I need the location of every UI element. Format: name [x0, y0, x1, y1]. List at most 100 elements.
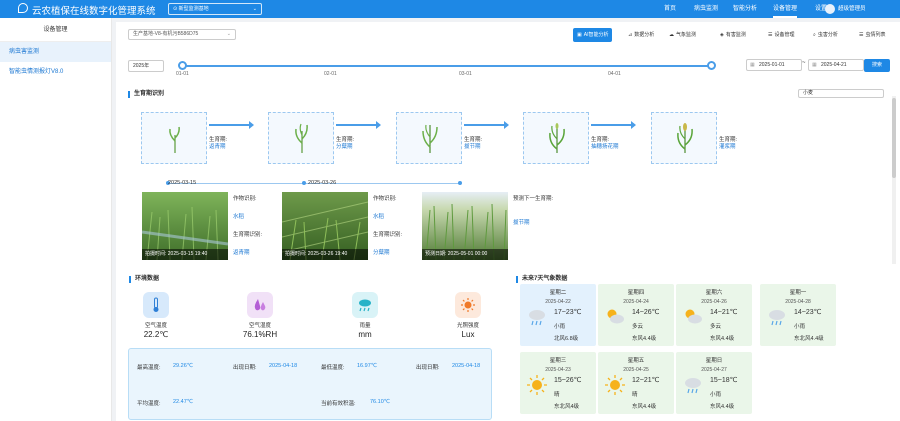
weather-card: 星期六 2025-04-26 14~21℃ 多云 东风4.4级: [676, 284, 752, 346]
weather-day: 星期一: [789, 290, 807, 296]
partly-cloudy-icon: [682, 306, 704, 328]
weather-condition: 晴: [554, 392, 560, 398]
min-temp-label: 最低温度:: [321, 365, 345, 371]
min-temp-value: 16.97℃: [357, 363, 377, 369]
photo-caption: 预测日期: 2025-05-01 00:00: [422, 249, 508, 260]
crop-photo[interactable]: 拍摄时间: 2025-03-15 19:40: [142, 192, 228, 260]
stage-arrow: [464, 121, 509, 129]
stage-id-label: 生育期识别:: [233, 232, 263, 238]
end-date-input[interactable]: ▦ 2025-04-21: [808, 59, 864, 71]
crop-select[interactable]: 小麦: [798, 89, 884, 98]
timeline-start-handle[interactable]: [178, 61, 187, 70]
scrollbar-thumb[interactable]: [892, 98, 896, 178]
timeline-label: 01-01: [176, 71, 189, 77]
max-date-label: 出现日期:: [233, 365, 257, 371]
start-date-input[interactable]: ▦ 2025-01-01: [746, 59, 802, 71]
env-value: 76.1%RH: [242, 330, 278, 339]
env-value: mm: [358, 330, 372, 339]
next-stage-value: 拔节期: [513, 220, 530, 226]
tab-device-management-label: 设备管理: [774, 32, 795, 38]
weather-panel: 未来7天气象数据 星期二 2025-04-22 17~23℃ 小雨 北风6.8级 星期四 2…: [510, 268, 900, 421]
timeline-end-handle[interactable]: [707, 61, 716, 70]
calendar-icon: ▦: [750, 62, 755, 68]
weather-wind: 东风4.4级: [632, 404, 657, 410]
seedling-icon: [294, 123, 310, 153]
scrollbar[interactable]: [892, 96, 896, 264]
weather-day: 星期三: [549, 358, 567, 364]
max-temp-label: 最高温度:: [137, 365, 161, 371]
chevron-down-icon: ⌄: [252, 6, 257, 12]
env-value: 22.2℃: [143, 330, 169, 339]
weather-temp: 14~23℃: [794, 309, 822, 316]
crop-photo[interactable]: 拍摄时间: 2025-03-26 19:40: [282, 192, 368, 260]
year-select[interactable]: 2025年: [128, 60, 164, 72]
sunny-icon: [526, 374, 548, 396]
env-air-temp: 空气温度 22.2℃: [126, 292, 186, 339]
site-select[interactable]: ⊙ 新型监测基地 ⌄: [168, 3, 262, 15]
crop-value: 水稻: [373, 214, 385, 220]
weather-condition: 晴: [632, 392, 638, 398]
top-bar: 云农植保在线数字化管理系统 ⊙ 新型监测基地 ⌄ 首页 病虫监测 智能分析 设备管…: [0, 0, 900, 18]
avatar: [825, 4, 835, 14]
timeline-label: 04-01: [608, 71, 621, 77]
sun-icon: [455, 292, 481, 318]
date-range-separator: ~: [802, 60, 806, 66]
device-select[interactable]: 生产基地-V8-有机污B586D75 ⌄: [128, 29, 236, 40]
sidebar-item-pest-monitoring[interactable]: 病虫害监测: [0, 42, 111, 62]
list-icon: ☰: [859, 32, 864, 38]
photo-date: 2025-03-15: [168, 180, 197, 186]
app-logo-icon: [18, 3, 28, 13]
weather-temp: 12~21℃: [632, 377, 660, 384]
stage-arrow: [591, 121, 636, 129]
weather-temp: 15~18℃: [710, 377, 738, 384]
tab-pest-list[interactable]: ☰ 虫情列表: [859, 28, 886, 42]
weather-card: 星期一 2025-04-28 14~23℃ 小雨 东北风4.4级: [760, 284, 836, 346]
crop-value: 水稻: [233, 214, 245, 220]
weather-condition: 多云: [710, 324, 722, 330]
env-label: 空气湿度: [248, 323, 271, 329]
environment-panel: 环境数据 空气温度 22.2℃ 空气湿度 76.1%RH 雨量 mm 光照强度 …: [116, 268, 502, 421]
tab-ai-analysis[interactable]: ▣ AI智能分析: [573, 28, 613, 42]
user-name: 超级管理员: [838, 6, 866, 12]
env-humidity: 空气湿度 76.1%RH: [230, 292, 290, 339]
stage-value: 抽穗扬花期: [591, 144, 619, 150]
nav-smart-analysis[interactable]: 智能分析: [733, 0, 757, 18]
partly-cloudy-icon: [604, 306, 626, 328]
tab-ai-analysis-label: AI智能分析: [583, 32, 609, 38]
nav-pest-monitor[interactable]: 病虫监测: [694, 0, 718, 18]
weather-card: 星期四 2025-04-24 14~26℃ 多云 东风4.4级: [598, 284, 674, 346]
tab-data-analysis-label: 数据分析: [634, 32, 655, 38]
plant-icon: [422, 123, 438, 153]
sidebar-item-smart-lamp[interactable]: 智能虫情测报灯V8.0: [0, 62, 111, 82]
tab-harm-monitor-label: 有害监测: [725, 32, 746, 38]
growth-stage-title: 生育期识别: [128, 91, 164, 98]
weather-wind: 东风4.4级: [710, 336, 735, 342]
tab-harm-monitor[interactable]: ◈ 有害监测: [720, 28, 746, 42]
tab-pest-analysis[interactable]: ⌕ 虫害分析: [813, 28, 838, 42]
tab-data-analysis[interactable]: ⊿ 数据分析: [628, 28, 654, 42]
tab-pest-list-label: 虫情列表: [865, 32, 886, 38]
stage-arrow: [336, 121, 381, 129]
weather-wind: 东北风4级: [554, 404, 580, 410]
user-menu[interactable]: 超级管理员: [825, 3, 866, 15]
stage-id-label: 生育期识别:: [373, 232, 403, 238]
tab-device-management[interactable]: ☰ 设备管理: [768, 28, 795, 42]
env-rainfall: 雨量 mm: [335, 292, 395, 339]
weather-temp: 14~26℃: [632, 309, 660, 316]
weather-day: 星期六: [705, 290, 723, 296]
tab-weather[interactable]: ☁ 气象监测: [669, 28, 696, 42]
stage-box: [396, 112, 462, 164]
weather-card: 星期日 2025-04-27 15~18℃ 小雨 东风4.4级: [676, 352, 752, 414]
predicted-photo[interactable]: 预测日期: 2025-05-01 00:00: [422, 192, 508, 260]
photo-caption: 拍摄时间: 2025-03-15 19:40: [142, 249, 228, 260]
acc-temp-value: 76.10℃: [370, 399, 390, 405]
sunny-icon: [604, 374, 626, 396]
nav-device-management[interactable]: 设备管理: [773, 0, 798, 18]
rain-cloud-icon: [526, 306, 548, 328]
environment-title: 环境数据: [129, 276, 159, 283]
search-button[interactable]: 搜索: [864, 59, 890, 72]
weather-date: 2025-04-22: [545, 299, 571, 305]
stage-value: 拔节期: [464, 144, 481, 150]
nav-home[interactable]: 首页: [664, 0, 676, 18]
stage-box: [651, 112, 717, 164]
